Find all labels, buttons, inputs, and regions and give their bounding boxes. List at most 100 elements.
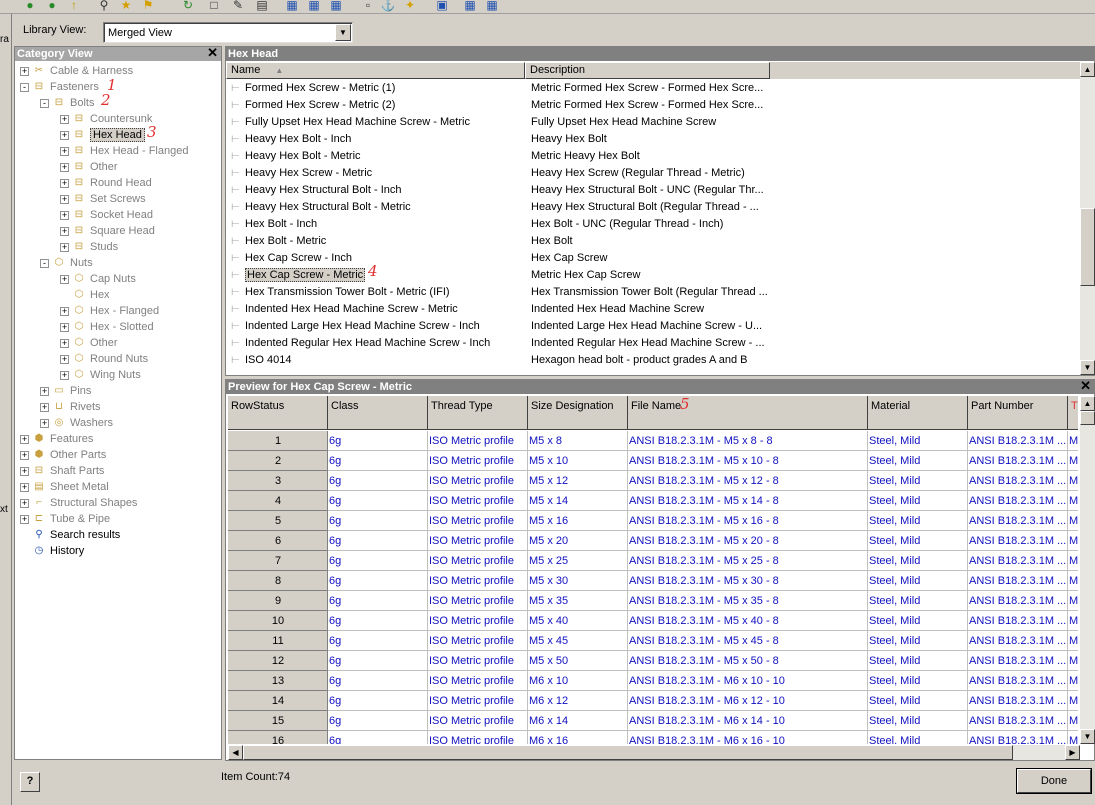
table-row[interactable]: 3 6g ISO Metric profile M5 x 12 ANSI B18.2.3…	[228, 471, 1078, 491]
column-header-description[interactable]: Description	[525, 62, 770, 79]
expand-icon[interactable]: +	[60, 114, 69, 124]
table-row[interactable]: 2 6g ISO Metric profile M5 x 10 ANSI B18.2.3…	[228, 451, 1078, 471]
table-row[interactable]: 16 6g ISO Metric profile M6 x 16 ANSI B18.2.…	[228, 731, 1078, 744]
scroll-up-icon[interactable]: ▲	[1080, 62, 1095, 77]
grid-horizontal-scrollbar[interactable]: ◀ ▶	[228, 745, 1080, 760]
scroll-thumb[interactable]	[1080, 411, 1095, 425]
expand-icon[interactable]: +	[60, 130, 69, 140]
table-row[interactable]: 7 6g ISO Metric profile M5 x 25 ANSI B18.2.3…	[228, 551, 1078, 571]
refresh-icon[interactable]: ↻	[180, 0, 196, 12]
close-icon[interactable]: ✕	[1080, 379, 1091, 393]
expand-icon[interactable]: +	[20, 466, 29, 476]
column-header-thread[interactable]: Th	[1068, 396, 1078, 430]
link-icon[interactable]: ⚓	[380, 0, 396, 12]
list-item[interactable]: ⊢ Fully Upset Hex Head Machine Screw - Me…	[226, 114, 1082, 131]
expand-icon[interactable]: +	[60, 178, 69, 188]
table-icon[interactable]: ▦	[284, 0, 300, 12]
favorite-icon[interactable]: ★	[118, 0, 134, 12]
tree-item[interactable]: + ⬡ Hex - Flanged	[60, 303, 159, 319]
expand-icon[interactable]: +	[20, 514, 29, 524]
tree-item[interactable]: + ⬡ Round Nuts	[60, 351, 148, 367]
expand-icon[interactable]: +	[60, 354, 69, 364]
tree-item[interactable]: - ⊟ Fasteners	[20, 79, 99, 95]
table-row[interactable]: 15 6g ISO Metric profile M6 x 14 ANSI B18.2.…	[228, 711, 1078, 731]
tree-item[interactable]: + ⊟ Set Screws	[60, 191, 146, 207]
table-row[interactable]: 8 6g ISO Metric profile M5 x 30 ANSI B18.2.3…	[228, 571, 1078, 591]
expand-icon[interactable]: +	[60, 322, 69, 332]
library-view-select[interactable]: Merged View ▼	[103, 22, 353, 43]
close-icon[interactable]: ✕	[207, 46, 218, 60]
table-row[interactable]: 1 6g ISO Metric profile M5 x 8 ANSI B18.2.3.…	[228, 431, 1078, 451]
expand-icon[interactable]: +	[60, 242, 69, 252]
up-icon[interactable]: ↑	[66, 0, 82, 12]
expand-icon[interactable]: +	[60, 226, 69, 236]
expand-icon[interactable]: +	[40, 418, 49, 428]
tree-item[interactable]: + ▤ Sheet Metal	[20, 479, 109, 495]
scroll-down-icon[interactable]: ▼	[1080, 360, 1095, 375]
list-item[interactable]: ⊢ Indented Regular Hex Head Machine Screw…	[226, 335, 1082, 352]
expand-icon[interactable]: +	[20, 482, 29, 492]
expand-icon[interactable]: +	[20, 450, 29, 460]
grid-vertical-scrollbar[interactable]: ▲ ▼	[1080, 396, 1095, 744]
column-header-class[interactable]: Class	[328, 396, 428, 430]
expand-icon[interactable]: +	[20, 66, 29, 76]
tree-item[interactable]: + ⬡ Other	[60, 335, 118, 351]
search-icon[interactable]: ⚲	[96, 0, 112, 12]
scroll-up-icon[interactable]: ▲	[1080, 396, 1095, 411]
list-item[interactable]: ⊢ Heavy Hex Screw - Metric Heavy Hex Screw…	[226, 165, 1082, 182]
list-item[interactable]: ⊢ Heavy Hex Structural Bolt - Metric Heavy…	[226, 199, 1082, 216]
tree-item[interactable]: + ⊟ Shaft Parts	[20, 463, 104, 479]
wand-icon[interactable]: ✦	[402, 0, 418, 12]
list-icon[interactable]: ▦	[484, 0, 500, 12]
chevron-down-icon[interactable]: ▼	[335, 24, 351, 41]
small-icon[interactable]: ▫	[360, 0, 376, 12]
tree-item[interactable]: + ⬢ Other Parts	[20, 447, 106, 463]
collapse-icon[interactable]: -	[40, 258, 49, 268]
expand-icon[interactable]: +	[60, 370, 69, 380]
list-item[interactable]: ⊢ Indented Hex Head Machine Screw - Metri…	[226, 301, 1082, 318]
table-row[interactable]: 14 6g ISO Metric profile M6 x 12 ANSI B18.2.…	[228, 691, 1078, 711]
copy-icon[interactable]: ▤	[254, 0, 270, 12]
list-item[interactable]: ⊢ Formed Hex Screw - Metric (2) Metric For…	[226, 97, 1082, 114]
expand-icon[interactable]: +	[60, 338, 69, 348]
list-item[interactable]: ⊢ Hex Bolt - Inch Hex Bolt - UNC (Regular …	[226, 216, 1082, 233]
expand-icon[interactable]: +	[20, 498, 29, 508]
scroll-thumb[interactable]	[243, 745, 1013, 760]
table-row[interactable]: 4 6g ISO Metric profile M5 x 14 ANSI B18.2.3…	[228, 491, 1078, 511]
collapse-icon[interactable]: -	[20, 82, 29, 92]
tree-item[interactable]: + ⊟ Square Head	[60, 223, 155, 239]
tree-item[interactable]: + ⬡ Wing Nuts	[60, 367, 141, 383]
expand-icon[interactable]: +	[60, 210, 69, 220]
list-item[interactable]: ⊢ Heavy Hex Structural Bolt - Inch Heavy H…	[226, 182, 1082, 199]
table-view-icon[interactable]: ▦	[328, 0, 344, 12]
tree-item[interactable]: + ⊔ Rivets	[40, 399, 101, 415]
expand-icon[interactable]: +	[60, 146, 69, 156]
forward-icon[interactable]: ●	[44, 0, 60, 12]
list-item[interactable]: ⊢ Hex Bolt - Metric Hex Bolt	[226, 233, 1082, 250]
table-row[interactable]: 10 6g ISO Metric profile M5 x 40 ANSI B18.2.…	[228, 611, 1078, 631]
tree-item[interactable]: + ⊟ Hex Head	[60, 127, 145, 143]
expand-icon[interactable]: +	[60, 306, 69, 316]
list-item[interactable]: ⊢ ISO 4014 Hexagon head bolt - product gra…	[226, 352, 1082, 369]
column-header-material[interactable]: Material	[868, 396, 968, 430]
table-row[interactable]: 6 6g ISO Metric profile M5 x 20 ANSI B18.2.3…	[228, 531, 1078, 551]
tree-item[interactable]: + ◎ Washers	[40, 415, 113, 431]
back-icon[interactable]: ●	[22, 0, 38, 12]
tree-item[interactable]: + ⊟ Countersunk	[60, 111, 152, 127]
done-button[interactable]: Done	[1017, 769, 1091, 793]
tree-item[interactable]: + ⊏ Tube & Pipe	[20, 511, 110, 527]
scroll-thumb[interactable]	[1080, 208, 1095, 286]
new-icon[interactable]: □	[206, 0, 222, 12]
table-edit-icon[interactable]: ▦	[306, 0, 322, 12]
table-row[interactable]: 9 6g ISO Metric profile M5 x 35 ANSI B18.2.3…	[228, 591, 1078, 611]
tree-item[interactable]: + ⊟ Hex Head - Flanged	[60, 143, 188, 159]
list-item[interactable]: ⊢ Hex Cap Screw - Metric Metric Hex Cap Sc…	[226, 267, 1082, 284]
tree-item[interactable]: + ▭ Pins	[40, 383, 91, 399]
column-header-rowstatus[interactable]: RowStatus	[228, 396, 328, 430]
list-item[interactable]: ⊢ Heavy Hex Bolt - Metric Metric Heavy Hex…	[226, 148, 1082, 165]
tree-item[interactable]: + ⬢ Features	[20, 431, 93, 447]
tree-item[interactable]: - ⊟ Bolts	[40, 95, 94, 111]
filter-icon[interactable]: ⚑	[140, 0, 156, 12]
help-button[interactable]: ?	[20, 772, 40, 792]
column-header-part-number[interactable]: Part Number	[968, 396, 1068, 430]
